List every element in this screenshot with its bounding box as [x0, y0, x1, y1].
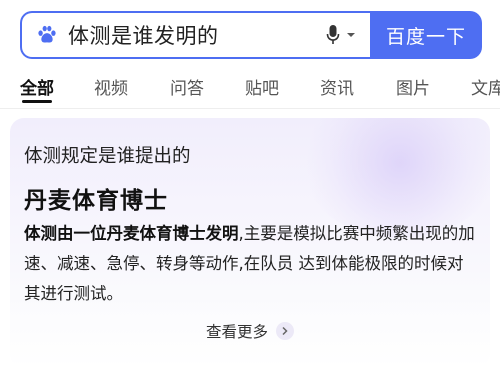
tab-tieba[interactable]: 贴吧	[245, 74, 279, 99]
card-description-highlight: 体测由一位丹麦体育博士发明	[24, 224, 239, 243]
tab-images[interactable]: 图片	[396, 74, 430, 99]
card-description: 体测由一位丹麦体育博士发明,主要是模拟比赛中频繁出现的加速、减速、急停、转身等动…	[24, 219, 479, 309]
tab-wenku[interactable]: 文库	[471, 74, 500, 99]
active-tab-indicator	[22, 100, 52, 103]
chevron-right-icon	[276, 322, 294, 340]
microphone-icon[interactable]	[326, 24, 340, 46]
baidu-paw-icon	[38, 25, 56, 43]
tab-news[interactable]: 资讯	[320, 74, 354, 99]
search-bar: 体测是谁发明的 百度一下	[20, 11, 482, 59]
tab-all[interactable]: 全部	[20, 74, 54, 99]
search-input[interactable]: 体测是谁发明的	[68, 20, 326, 50]
answer-card: 体测规定是谁提出的 丹麦体育博士 体测由一位丹麦体育博士发明,主要是模拟比赛中频…	[10, 118, 490, 368]
see-more-label: 查看更多	[205, 323, 268, 341]
card-question[interactable]: 体测规定是谁提出的	[24, 142, 191, 168]
tab-video[interactable]: 视频	[94, 74, 128, 99]
search-button[interactable]: 百度一下	[370, 11, 482, 59]
search-tabs: 全部 视频 问答 贴吧 资讯 图片 文库	[0, 68, 500, 108]
card-answer: 丹麦体育博士	[24, 188, 168, 214]
see-more-link[interactable]: 查看更多	[10, 320, 490, 342]
search-box[interactable]: 体测是谁发明的	[20, 11, 370, 59]
tabs-divider	[0, 108, 500, 109]
caret-down-icon[interactable]	[346, 31, 356, 39]
tab-qa[interactable]: 问答	[170, 74, 204, 99]
